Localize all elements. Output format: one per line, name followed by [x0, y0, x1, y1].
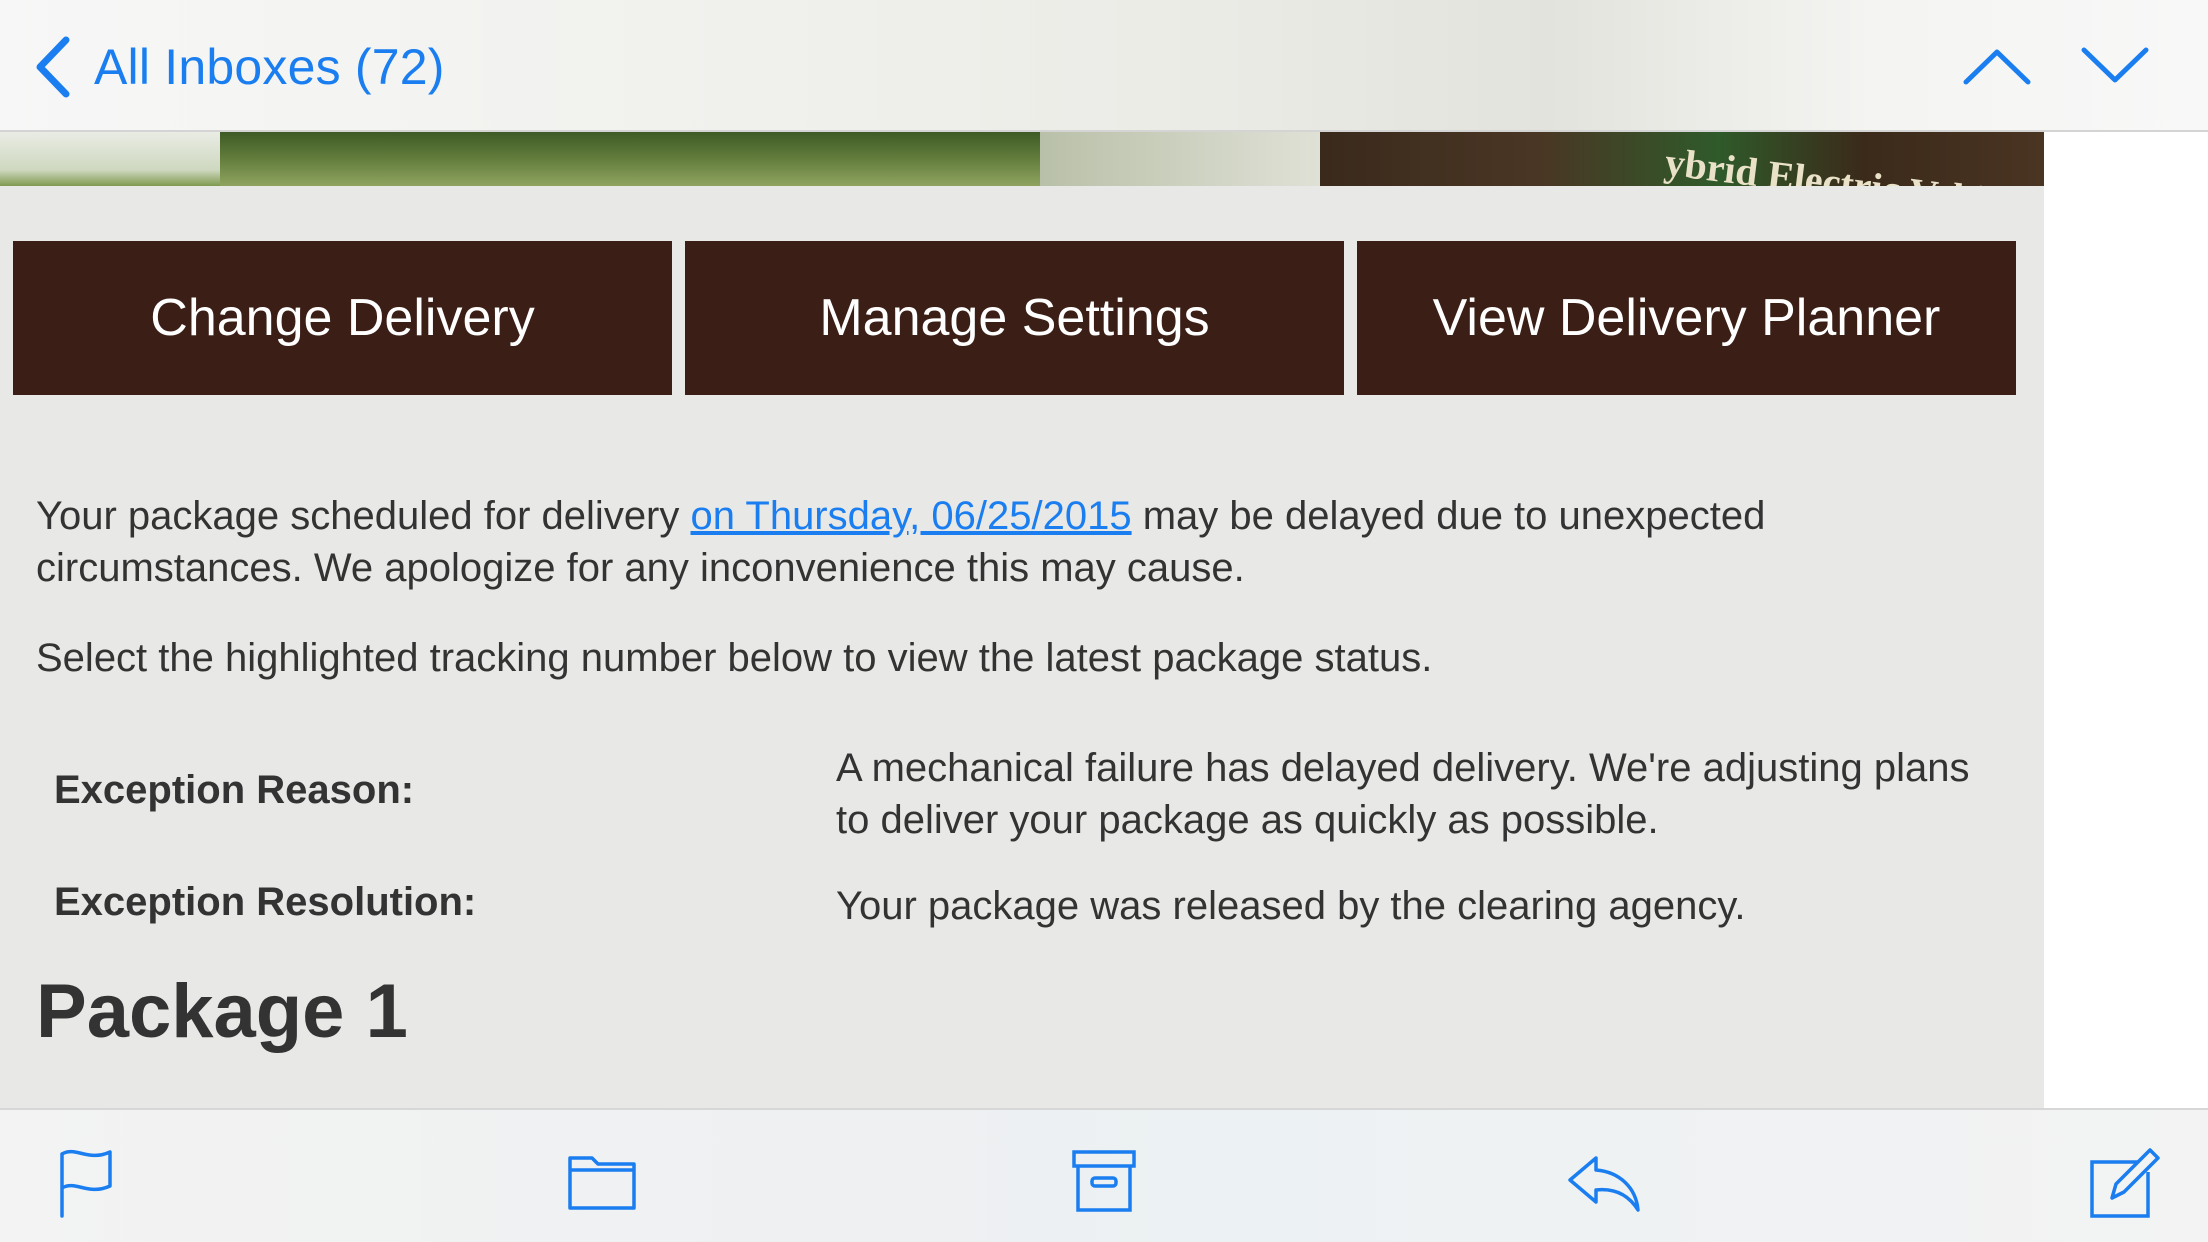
exception-reason-label: Exception Reason:: [54, 768, 415, 812]
next-message-button[interactable]: [2078, 36, 2152, 96]
chevron-up-icon: [1963, 49, 2031, 85]
action-buttons: Change Delivery Manage Settings View Del…: [13, 241, 2016, 395]
archive-button[interactable]: [1064, 1140, 1144, 1220]
package-heading: Package 1: [36, 969, 408, 1054]
previous-message-button[interactable]: [1960, 36, 2034, 96]
delay-notice: Your package scheduled for delivery on T…: [36, 490, 1936, 594]
folder-icon: [568, 1156, 636, 1210]
exception-resolution-value: Your package was released by the clearin…: [836, 884, 1746, 928]
back-to-inboxes-button[interactable]: All Inboxes (72): [30, 28, 445, 106]
view-delivery-planner-button[interactable]: View Delivery Planner: [1357, 241, 2016, 395]
manage-settings-button[interactable]: Manage Settings: [685, 241, 1344, 395]
compose-button[interactable]: [2082, 1140, 2162, 1220]
back-label: All Inboxes (72): [94, 39, 445, 95]
compose-icon: [2090, 1148, 2160, 1218]
delay-notice-text-start: Your package scheduled for delivery: [36, 494, 691, 538]
header-banner-image: ybrid Electric Vehicle: [0, 132, 2044, 186]
mail-toolbar: [0, 1108, 2208, 1242]
email-body: ybrid Electric Vehicle Change Delivery M…: [0, 132, 2044, 1108]
banner-background: [1040, 132, 1320, 186]
change-delivery-button[interactable]: Change Delivery: [13, 241, 672, 395]
exception-reason-value: A mechanical failure has delayed deliver…: [836, 746, 1970, 842]
flag-button[interactable]: [46, 1140, 126, 1220]
archive-icon: [1072, 1150, 1136, 1212]
banner-sky: [0, 132, 220, 186]
reply-icon: [1568, 1156, 1640, 1212]
delivery-date-link[interactable]: on Thursday, 06/25/2015: [691, 494, 1132, 538]
flag-icon: [60, 1149, 112, 1218]
chevron-left-icon: [36, 36, 70, 98]
reply-button[interactable]: [1562, 1140, 1642, 1220]
chevron-down-icon: [2081, 47, 2149, 83]
exception-resolution-label: Exception Resolution:: [54, 880, 477, 924]
navigation-bar: All Inboxes (72): [0, 0, 2208, 132]
tracking-instruction: Select the highlighted tracking number b…: [36, 636, 1433, 680]
move-to-folder-button[interactable]: [562, 1140, 642, 1220]
